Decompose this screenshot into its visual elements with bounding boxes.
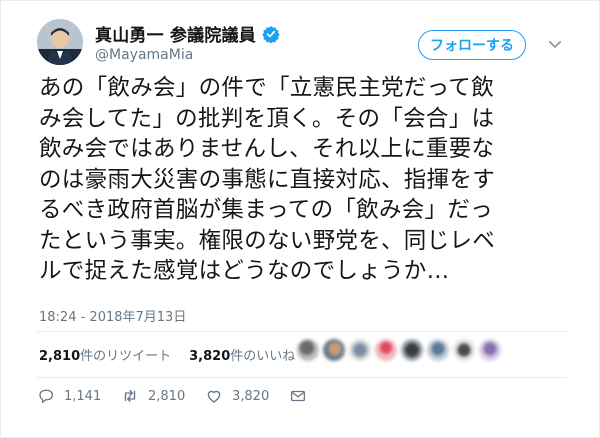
retweet-icon[interactable] xyxy=(121,387,139,405)
tweet-line: み会してた」の批判を頂く。その「会合」は xyxy=(39,105,495,132)
tweet-text: あの「飲み会」の件で「立憲民主党だって飲 み会してた」の批判を頂く。その「会合」… xyxy=(39,73,569,287)
verified-badge-icon xyxy=(262,25,280,43)
retweet-stat[interactable]: 2,810件のリツイート xyxy=(39,345,171,364)
tweet-line: 飲み会ではありませんし、それ以上に重要な xyxy=(39,136,495,162)
liker-avatar[interactable] xyxy=(401,339,423,361)
liker-avatar[interactable] xyxy=(297,339,319,361)
author-name[interactable]: 真山勇一 参議院議員 xyxy=(95,21,256,46)
liker-avatar[interactable] xyxy=(349,339,371,361)
follow-button[interactable]: フォローする xyxy=(418,30,526,60)
envelope-icon[interactable] xyxy=(289,387,307,405)
tweet-line: ルで捉えた感覚はどうなのでしょうか… xyxy=(39,258,450,284)
retweet-count: 2,810 xyxy=(148,388,186,404)
tweet-timestamp[interactable]: 18:24 - 2018年7月13日 xyxy=(39,306,186,325)
tweet-line: のは豪雨大災害の事態に直接対応、指揮をす xyxy=(39,166,496,193)
liker-avatars xyxy=(297,339,501,361)
direct-message-action[interactable] xyxy=(289,387,307,405)
tweet-line: あの「飲み会」の件で「立憲民主党だって飲 xyxy=(39,75,494,101)
reply-action[interactable]: 1,141 xyxy=(37,387,121,405)
liker-avatar[interactable] xyxy=(375,339,397,361)
liker-avatar[interactable] xyxy=(323,339,345,361)
divider xyxy=(37,331,567,332)
like-stat[interactable]: 3,820件のいいね xyxy=(189,345,295,364)
tweet-stats: 2,810件のリツイート 3,820件のいいね xyxy=(39,345,295,364)
tweet-card: 真山勇一 参議院議員 @MayamaMia フォローする あの「飲み会」の件で「… xyxy=(0,0,600,438)
reply-icon[interactable] xyxy=(37,387,55,405)
liker-avatar[interactable] xyxy=(479,339,501,361)
retweet-action[interactable]: 2,810 xyxy=(121,387,205,405)
avatar[interactable] xyxy=(37,19,83,65)
heart-icon[interactable] xyxy=(205,387,223,405)
chevron-down-icon[interactable] xyxy=(546,35,564,53)
tweet-line: るべき政府首脳が集まっての「飲み会」だっ xyxy=(39,197,493,223)
reply-count: 1,141 xyxy=(64,388,102,404)
divider xyxy=(37,377,567,378)
author-handle[interactable]: @MayamaMia xyxy=(95,47,193,63)
tweet-line: たという事実。権限のない野党を、同じレベ xyxy=(39,227,496,254)
tweet-actions: 1,141 2,810 3,820 xyxy=(37,387,307,405)
like-action[interactable]: 3,820 xyxy=(205,387,289,405)
like-count: 3,820 xyxy=(232,388,270,404)
liker-avatar[interactable] xyxy=(427,339,449,361)
liker-avatar[interactable] xyxy=(453,339,475,361)
